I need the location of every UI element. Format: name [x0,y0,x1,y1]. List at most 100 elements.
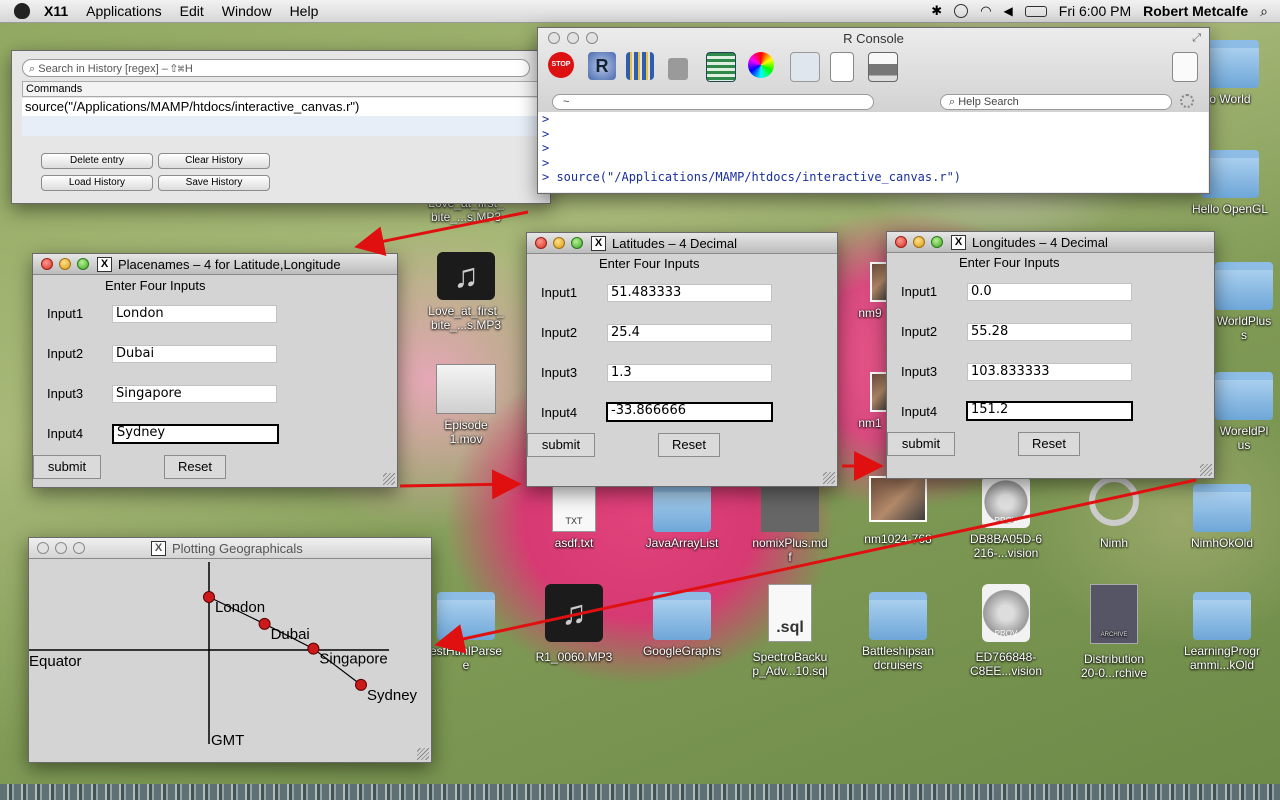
desktop-icon-javaarraylist[interactable]: JavaArrayList [634,484,730,550]
input4-field[interactable]: 151.2 [966,401,1133,421]
input1-field[interactable]: 0.0 [967,283,1132,301]
lock-icon[interactable] [668,58,688,80]
spotlight-icon[interactable]: ⌕ [1260,3,1268,20]
clear-history-button[interactable]: Clear History [158,153,270,169]
time-machine-icon[interactable] [954,4,969,18]
spreadsheet-icon[interactable] [706,52,736,82]
submit-button[interactable]: submit [527,433,595,457]
volume-icon[interactable]: ◀ [1004,4,1013,18]
input2-field[interactable]: 25.4 [607,324,772,342]
load-history-button[interactable]: Load History [41,175,153,191]
desktop-icon-label: Hello OpenGL [1191,202,1269,216]
minimize-button[interactable] [553,237,565,249]
console-line: > [542,155,550,170]
save-history-button[interactable]: Save History [158,175,270,191]
minimize-button[interactable] [55,542,67,554]
latitudes-titlebar[interactable]: X Latitudes – 4 Decimal [527,233,837,254]
new-document-icon[interactable] [830,52,854,82]
menu-applications[interactable]: Applications [86,3,162,19]
menubar-clock[interactable]: Fri 6:00 PM [1059,3,1131,19]
zoom-button[interactable] [73,542,85,554]
zoom-button[interactable] [931,236,943,248]
desktop-icon-nimhokold[interactable]: NimhOkOld [1174,484,1270,550]
desktop-icon-label: Distribution 20-0...rchive [1080,652,1148,680]
resize-grip[interactable] [1200,464,1212,476]
close-button[interactable] [41,258,53,270]
close-button[interactable] [535,237,547,249]
desktop-icon-esthtmlparse[interactable]: estHtmlParse e [418,592,514,672]
plot-titlebar[interactable]: X Plotting Geographicals [29,538,431,559]
desktop-icon-db8ba05d[interactable]: PROV DB8BA05D-6 216-...vision [958,476,1054,560]
desktop-icon-asdf-txt[interactable]: TXT asdf.txt [526,484,622,550]
history-row-selected[interactable] [22,116,540,136]
workspace-icon[interactable] [790,52,820,82]
working-directory-field[interactable]: ~ [552,94,874,110]
color-wheel-icon[interactable] [748,52,774,78]
bluetooth-icon[interactable]: ✱ [931,3,942,19]
input1-field[interactable]: 51.483333 [607,284,772,302]
resize-grip[interactable] [417,748,429,760]
resize-grip[interactable] [823,472,835,484]
input4-field[interactable]: Sydney [112,424,279,444]
longitudes-titlebar[interactable]: X Longitudes – 4 Decimal [887,232,1214,253]
menu-x11[interactable]: X11 [44,3,68,19]
sql-file-icon: .sql [768,584,812,642]
placenames-titlebar[interactable]: X Placenames – 4 for Latitude,Longitude [33,254,397,275]
resize-grip[interactable] [383,473,395,485]
reset-button[interactable]: Reset [164,455,226,479]
input3-field[interactable]: 103.833333 [967,363,1132,381]
input2-field[interactable]: 55.28 [967,323,1132,341]
stop-icon[interactable]: STOP [548,52,574,78]
desktop-icon-battleships[interactable]: Battleshipsan dcruisers [850,592,946,672]
desktop-icon-r1-mp3[interactable]: ♫ R1_0060.MP3 [526,584,622,664]
submit-button[interactable]: submit [887,432,955,456]
input2-field[interactable]: Dubai [112,345,277,363]
desktop-icon-nm1024[interactable]: nm1024-768 [850,476,946,546]
menu-help[interactable]: Help [290,3,319,19]
help-search-input[interactable]: ⌕ Help Search [940,94,1172,110]
desktop-icon-ed766848[interactable]: PROV ED766848- C8EE...vision [958,584,1054,678]
delete-entry-button[interactable]: Delete entry [41,153,153,169]
provisioning-file-icon: PROV [982,584,1030,642]
zoom-button[interactable] [77,258,89,270]
desktop-icon-learning[interactable]: LearningProgr ammi...kOld [1174,592,1270,672]
input4-field[interactable]: -33.866666 [606,402,773,422]
input2-label: Input2 [47,346,84,361]
history-row[interactable]: source("/Applications/MAMP/htdocs/intera… [22,98,540,116]
desktop-icon-spectro-sql[interactable]: .sql SpectroBacku p_Adv...10.sql [742,584,838,678]
close-button[interactable] [895,236,907,248]
desktop-icon-nomixplus[interactable]: nomixPlus.md f [742,484,838,564]
minimize-button[interactable] [913,236,925,248]
r-logo-icon[interactable]: R [588,52,616,80]
menu-edit[interactable]: Edit [180,3,204,19]
history-search-input[interactable]: ⌕ Search in History [regex] – ⇧⌘H [22,59,530,77]
submit-button[interactable]: submit [33,455,101,479]
zoom-button[interactable] [571,237,583,249]
wifi-icon[interactable]: ◠ [980,3,991,19]
window-title: Longitudes – 4 Decimal [972,234,1108,250]
history-column-header[interactable]: Commands [22,81,540,97]
desktop-icon-nimh[interactable]: Nimh [1066,476,1162,550]
reset-button[interactable]: Reset [658,433,720,457]
apple-menu-icon[interactable] [14,3,30,19]
desktop-icon-distribution[interactable]: ARCHIVE Distribution 20-0...rchive [1066,584,1162,680]
desktop-icon-googlegraphs[interactable]: GoogleGraphs [634,592,730,658]
reset-button[interactable]: Reset [1018,432,1080,456]
desktop-icon-episode-mov[interactable]: Episode 1.mov [418,364,514,446]
menubar-user[interactable]: Robert Metcalfe [1143,3,1248,19]
r-console-output[interactable]: > > > > > source("/Applications/MAMP/htd… [538,112,1208,192]
sidebar-toggle-icon[interactable] [1172,52,1198,82]
fullscreen-icon[interactable]: ⤢ [1192,32,1201,45]
bar-chart-icon[interactable] [626,52,654,80]
plot-canvas[interactable]: Equator GMT London Dubai Singapore Sydney [29,559,431,762]
desktop-icon-love-mp3-2[interactable]: ♫ Love_at_first_ bite_...s.MP3 [418,252,514,332]
dock-strip[interactable] [0,784,1280,800]
input3-field[interactable]: 1.3 [607,364,772,382]
close-button[interactable] [37,542,49,554]
battery-icon[interactable] [1024,5,1047,17]
minimize-button[interactable] [59,258,71,270]
menu-window[interactable]: Window [222,3,272,19]
input3-field[interactable]: Singapore [112,385,277,403]
print-icon[interactable] [868,52,898,82]
input1-field[interactable]: London [112,305,277,323]
